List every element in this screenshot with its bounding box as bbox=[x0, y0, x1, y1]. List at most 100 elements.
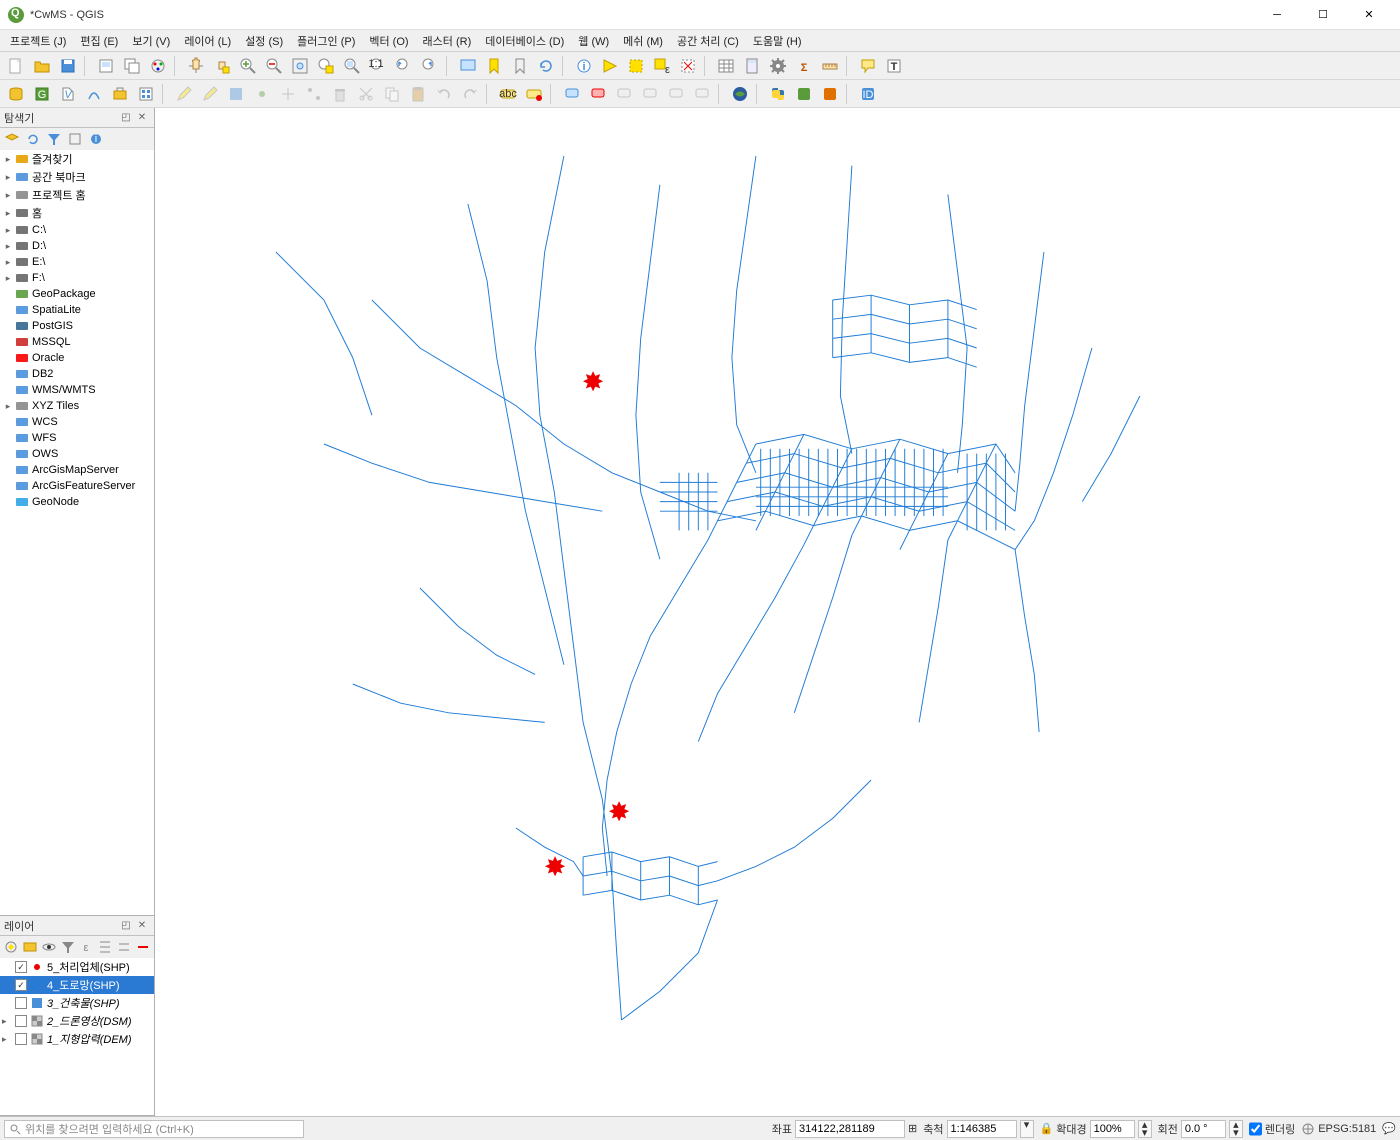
select-by-expression-button[interactable]: ε bbox=[650, 54, 674, 78]
plugin1-button[interactable] bbox=[792, 82, 816, 106]
layout-manager-button[interactable] bbox=[120, 54, 144, 78]
browser-float-button[interactable]: ◰ bbox=[118, 110, 134, 126]
coord-input[interactable] bbox=[795, 1120, 905, 1138]
layer-item[interactable]: ▸2_드론영상(DSM) bbox=[0, 1012, 154, 1030]
layer-style-icon[interactable] bbox=[2, 937, 20, 957]
browser-item[interactable]: Oracle bbox=[0, 350, 154, 366]
browser-item[interactable]: GeoNode bbox=[0, 494, 154, 510]
browser-item[interactable]: GeoPackage bbox=[0, 286, 154, 302]
magnifier-input[interactable] bbox=[1090, 1120, 1135, 1138]
plugin3-button[interactable]: ID bbox=[856, 82, 880, 106]
close-button[interactable]: ✕ bbox=[1346, 1, 1392, 29]
plugin-qneat-button[interactable] bbox=[728, 82, 752, 106]
action-button[interactable] bbox=[598, 54, 622, 78]
lock-icon[interactable]: 🔒 bbox=[1040, 1122, 1054, 1135]
rotate-label-button[interactable] bbox=[664, 82, 688, 106]
rotation-input[interactable] bbox=[1181, 1120, 1226, 1138]
zoom-to-selection-button[interactable] bbox=[314, 54, 338, 78]
minimize-button[interactable]: ─ bbox=[1254, 1, 1300, 29]
menu-processing[interactable]: 공간 처리 (C) bbox=[671, 31, 745, 51]
browser-item[interactable]: ▸E:\ bbox=[0, 254, 154, 270]
browser-item[interactable]: DB2 bbox=[0, 366, 154, 382]
new-memory-layer-button[interactable] bbox=[134, 82, 158, 106]
zoom-last-button[interactable] bbox=[392, 54, 416, 78]
menu-layer[interactable]: 레이어 (L) bbox=[178, 31, 237, 51]
rotation-spin[interactable]: ▴▾ bbox=[1229, 1120, 1243, 1138]
statistics-button[interactable]: Σ bbox=[792, 54, 816, 78]
zoom-to-layer-button[interactable] bbox=[340, 54, 364, 78]
new-layout-button[interactable] bbox=[94, 54, 118, 78]
browser-item[interactable]: WCS bbox=[0, 414, 154, 430]
undo-button[interactable] bbox=[432, 82, 456, 106]
map-tips-button[interactable] bbox=[856, 54, 880, 78]
layers-float-button[interactable]: ◰ bbox=[118, 918, 134, 934]
browser-item[interactable]: ▸F:\ bbox=[0, 270, 154, 286]
zoom-full-button[interactable] bbox=[288, 54, 312, 78]
manage-visibility-icon[interactable] bbox=[40, 937, 58, 957]
browser-item[interactable]: ▸즐겨찾기 bbox=[0, 150, 154, 168]
browser-item[interactable]: SpatiaLite bbox=[0, 302, 154, 318]
remove-layer-icon[interactable] bbox=[134, 937, 152, 957]
layer-item[interactable]: ✓4_도로망(SHP) bbox=[0, 976, 154, 994]
filter-by-expression-icon[interactable]: ε bbox=[78, 937, 96, 957]
redo-button[interactable] bbox=[458, 82, 482, 106]
pin-labels-button[interactable] bbox=[586, 82, 610, 106]
new-virtual-layer-button[interactable] bbox=[108, 82, 132, 106]
zoom-in-button[interactable] bbox=[236, 54, 260, 78]
add-layer-icon[interactable] bbox=[2, 129, 22, 149]
filter-browser-icon[interactable] bbox=[44, 129, 64, 149]
menu-help[interactable]: 도움말 (H) bbox=[747, 31, 808, 51]
diagram-button[interactable] bbox=[522, 82, 546, 106]
extents-icon[interactable]: ⊞ bbox=[908, 1122, 917, 1135]
current-edits-button[interactable] bbox=[172, 82, 196, 106]
deselect-button[interactable] bbox=[676, 54, 700, 78]
add-group-icon[interactable] bbox=[21, 937, 39, 957]
new-project-button[interactable] bbox=[4, 54, 28, 78]
layers-tree[interactable]: ✓5_처리업체(SHP)✓4_도로망(SHP)3_건축물(SHP)▸2_드론영상… bbox=[0, 958, 154, 1115]
magnifier-spin[interactable]: ▴▾ bbox=[1138, 1120, 1152, 1138]
style-manager-button[interactable] bbox=[146, 54, 170, 78]
browser-item[interactable]: ▸C:\ bbox=[0, 222, 154, 238]
browser-close-button[interactable]: ✕ bbox=[134, 110, 150, 126]
browser-item[interactable]: WMS/WMTS bbox=[0, 382, 154, 398]
browser-item[interactable]: ArcGisFeatureServer bbox=[0, 478, 154, 494]
show-bookmarks-button[interactable] bbox=[508, 54, 532, 78]
browser-item[interactable]: PostGIS bbox=[0, 318, 154, 334]
zoom-next-button[interactable] bbox=[418, 54, 442, 78]
field-calculator-button[interactable] bbox=[740, 54, 764, 78]
menu-mesh[interactable]: 메쉬 (M) bbox=[617, 31, 669, 51]
menu-database[interactable]: 데이터베이스 (D) bbox=[479, 31, 570, 51]
zoom-out-button[interactable] bbox=[262, 54, 286, 78]
new-geopackage-button[interactable]: G bbox=[30, 82, 54, 106]
toolbox-button[interactable] bbox=[766, 54, 790, 78]
select-button[interactable] bbox=[624, 54, 648, 78]
copy-button[interactable] bbox=[380, 82, 404, 106]
browser-item[interactable]: ▸D:\ bbox=[0, 238, 154, 254]
messages-icon[interactable]: 💬 bbox=[1382, 1122, 1396, 1135]
browser-item[interactable]: MSSQL bbox=[0, 334, 154, 350]
text-annotation-button[interactable]: T bbox=[882, 54, 906, 78]
browser-item[interactable]: ▸공간 북마크 bbox=[0, 168, 154, 186]
data-source-manager-button[interactable] bbox=[4, 82, 28, 106]
new-spatialite-button[interactable] bbox=[82, 82, 106, 106]
crs-button[interactable]: EPSG:5181 bbox=[1301, 1122, 1376, 1136]
save-project-button[interactable] bbox=[56, 54, 80, 78]
menu-edit[interactable]: 편집 (E) bbox=[74, 31, 124, 51]
layer-item[interactable]: ✓5_처리업체(SHP) bbox=[0, 958, 154, 976]
menu-project[interactable]: 프로젝트 (J) bbox=[4, 31, 72, 51]
filter-legend-icon[interactable] bbox=[59, 937, 77, 957]
refresh-browser-icon[interactable] bbox=[23, 129, 43, 149]
paste-button[interactable] bbox=[406, 82, 430, 106]
save-edits-button[interactable] bbox=[224, 82, 248, 106]
menu-view[interactable]: 보기 (V) bbox=[126, 31, 176, 51]
vertex-tool-button[interactable] bbox=[302, 82, 326, 106]
new-shapefile-button[interactable]: V bbox=[56, 82, 80, 106]
menu-settings[interactable]: 설정 (S) bbox=[239, 31, 289, 51]
refresh-button[interactable] bbox=[534, 54, 558, 78]
pan-button[interactable] bbox=[184, 54, 208, 78]
layer-item[interactable]: ▸1_지형압력(DEM) bbox=[0, 1030, 154, 1048]
expand-all-icon[interactable] bbox=[96, 937, 114, 957]
plugin2-button[interactable] bbox=[818, 82, 842, 106]
toggle-editing-button[interactable] bbox=[198, 82, 222, 106]
menu-plugins[interactable]: 플러그인 (P) bbox=[291, 31, 361, 51]
